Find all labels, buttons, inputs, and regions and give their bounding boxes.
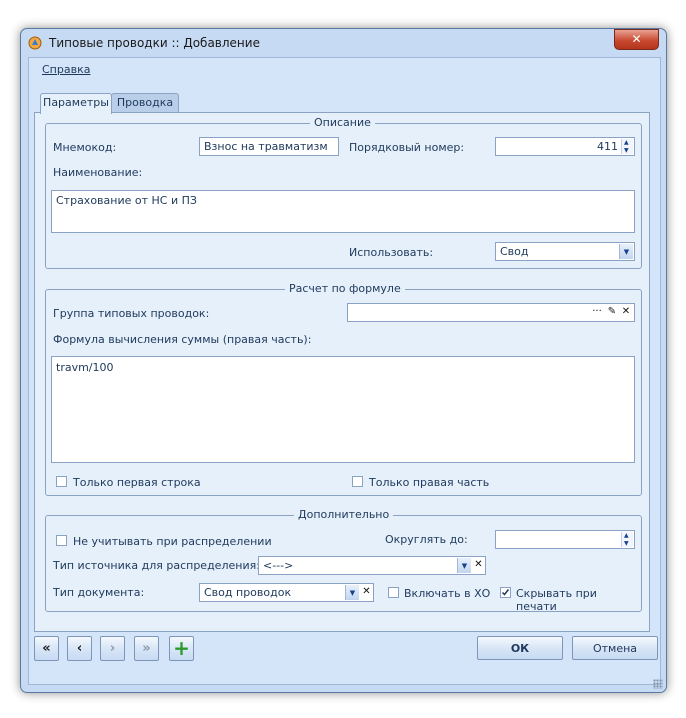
order-number-spin-buttons[interactable]: ▲ ▼: [621, 139, 633, 154]
window-title: Типовые проводки :: Добавление: [49, 36, 260, 50]
spin-up-icon[interactable]: ▲: [624, 533, 629, 539]
first-row-only-checkbox[interactable]: [56, 476, 67, 487]
last-record-button[interactable]: »: [134, 636, 159, 661]
use-label: Использовать:: [349, 246, 434, 259]
chevron-down-icon[interactable]: ▼: [457, 558, 471, 573]
ok-button[interactable]: ОК: [477, 636, 563, 660]
ellipsis-icon[interactable]: ···: [590, 305, 604, 319]
posting-group-label: Группа типовых проводок:: [53, 307, 210, 320]
plus-icon: +: [173, 636, 190, 660]
clear-icon[interactable]: ✕: [360, 585, 373, 599]
double-chevron-left-icon: «: [42, 641, 51, 656]
clear-icon[interactable]: ✕: [472, 558, 485, 572]
right-part-only-checkbox[interactable]: [352, 476, 363, 487]
edit-icon[interactable]: ✎: [605, 305, 619, 319]
doc-type-value: Свод проводок: [204, 586, 292, 599]
spin-down-icon[interactable]: ▼: [624, 148, 629, 154]
ignore-distribution-checkbox[interactable]: [56, 535, 67, 546]
spin-up-icon[interactable]: ▲: [624, 140, 629, 146]
source-type-combobox[interactable]: <---> ▼ ✕: [258, 556, 486, 575]
dialog-client-area: Справка Параметры Проводка Описание Мнем…: [28, 57, 661, 685]
tab-posting-label: Проводка: [116, 96, 174, 109]
round-label: Округлять до:: [385, 533, 468, 546]
next-record-button[interactable]: ›: [100, 636, 125, 661]
right-part-only-label[interactable]: Только правая часть: [369, 476, 489, 489]
prev-record-button[interactable]: ‹: [67, 636, 92, 661]
use-combobox[interactable]: Свод ▼: [495, 242, 635, 261]
cancel-button[interactable]: Отмена: [572, 636, 658, 660]
posting-group-input[interactable]: ··· ✎ ✕: [347, 303, 635, 322]
chevron-left-icon: ‹: [76, 641, 83, 656]
chevron-down-icon[interactable]: ▼: [619, 244, 633, 259]
include-xo-checkbox[interactable]: [388, 587, 399, 598]
order-number-label: Порядковый номер:: [349, 141, 465, 154]
close-button[interactable]: ✕: [614, 29, 659, 50]
round-spin-buttons[interactable]: ▲ ▼: [621, 532, 633, 547]
first-row-only-label[interactable]: Только первая строка: [73, 476, 201, 489]
double-chevron-right-icon: »: [142, 641, 151, 656]
tab-panel-parameters: Описание Мнемокод: Взнос на травматизм П…: [34, 112, 650, 632]
additional-group: Дополнительно Не учитывать при распредел…: [45, 508, 642, 613]
mnemocode-input[interactable]: Взнос на травматизм: [199, 137, 339, 156]
spin-down-icon[interactable]: ▼: [624, 541, 629, 547]
order-number-spinner[interactable]: 411 ▲ ▼: [495, 137, 635, 156]
ignore-distribution-label[interactable]: Не учитывать при распределении: [73, 535, 272, 548]
doc-type-label: Тип документа:: [53, 586, 145, 599]
formula-label: Формула вычисления суммы (правая часть):: [53, 333, 312, 346]
formula-group-title: Расчет по формуле: [285, 282, 405, 295]
description-group: Описание Мнемокод: Взнос на травматизм П…: [45, 116, 642, 269]
chevron-right-icon: ›: [109, 641, 116, 656]
additional-group-title: Дополнительно: [294, 508, 394, 521]
first-record-button[interactable]: «: [34, 636, 59, 661]
tab-posting[interactable]: Проводка: [111, 93, 179, 113]
resize-grip-icon[interactable]: [653, 679, 663, 689]
hide-print-label[interactable]: Скрывать при печати: [516, 587, 641, 613]
mnemocode-label: Мнемокод:: [53, 141, 117, 154]
checkmark-icon: [501, 589, 510, 596]
formula-group: Расчет по формуле Группа типовых проводо…: [45, 282, 642, 496]
tab-parameters-label: Параметры: [43, 96, 109, 109]
tab-parameters[interactable]: Параметры: [40, 93, 112, 114]
add-button[interactable]: +: [169, 636, 194, 661]
ok-button-label: ОК: [510, 642, 530, 655]
name-textarea[interactable]: Страхование от НС и ПЗ: [51, 190, 635, 233]
hide-print-checkbox[interactable]: [500, 587, 511, 598]
close-icon: ✕: [631, 32, 642, 46]
round-spinner[interactable]: ▲ ▼: [495, 530, 635, 549]
chevron-down-icon[interactable]: ▼: [345, 585, 359, 600]
formula-textarea[interactable]: travm/100: [51, 356, 635, 463]
source-type-value: <--->: [263, 559, 294, 572]
include-xo-label[interactable]: Включать в ХО: [404, 587, 490, 600]
source-type-label: Тип источника для распределения:: [53, 559, 260, 572]
menu-help[interactable]: Справка: [42, 63, 90, 76]
clear-icon[interactable]: ✕: [619, 305, 633, 319]
use-combobox-value: Свод: [500, 245, 529, 258]
name-label: Наименование:: [53, 166, 143, 179]
description-group-title: Описание: [310, 116, 375, 129]
doc-type-combobox[interactable]: Свод проводок ▼ ✕: [199, 583, 374, 602]
app-icon: [28, 36, 42, 50]
cancel-button-label: Отмена: [592, 642, 638, 655]
dialog-window: Типовые проводки :: Добавление ✕ Справка…: [20, 28, 667, 693]
title-bar[interactable]: Типовые проводки :: Добавление ✕: [21, 29, 666, 57]
order-number-value: 411: [597, 140, 618, 153]
